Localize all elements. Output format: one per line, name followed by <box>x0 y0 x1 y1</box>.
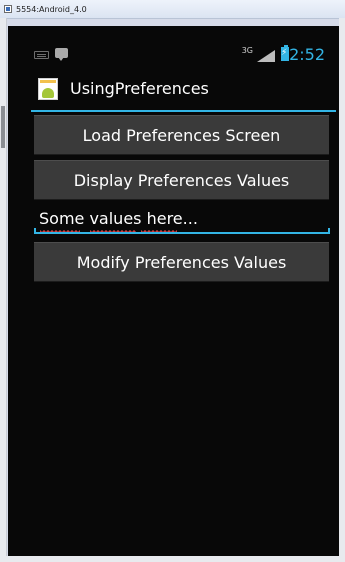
app-launcher-icon[interactable] <box>38 78 58 100</box>
window-right-frame <box>339 18 345 562</box>
signal-icon <box>257 50 275 62</box>
modify-preferences-button[interactable]: Modify Preferences Values <box>34 242 329 282</box>
window-app-icon <box>4 5 12 13</box>
window-titlebar[interactable]: 5554:Android_4.0 <box>0 0 345 19</box>
battery-charging-icon <box>281 45 289 61</box>
load-preferences-button[interactable]: Load Preferences Screen <box>34 115 329 155</box>
action-bar: UsingPreferences <box>8 70 339 108</box>
emulator-window: 5554:Android_4.0 3G 2:52 UsingPreference… <box>0 0 345 562</box>
action-bar-divider <box>31 110 336 112</box>
network-type-label: 3G <box>241 46 253 55</box>
status-time: 2:52 <box>289 45 325 64</box>
window-bottom-frame <box>0 556 345 562</box>
message-icon <box>55 48 68 61</box>
display-preferences-button[interactable]: Display Preferences Values <box>34 160 329 200</box>
status-bar: 3G 2:52 <box>8 44 339 66</box>
text-field-value: Some values here... <box>39 209 198 228</box>
device-screen: 3G 2:52 UsingPreferences Load Preference… <box>8 26 339 556</box>
text-field-underline-left-tick <box>34 228 36 234</box>
resize-grip[interactable] <box>1 106 5 148</box>
values-text-field[interactable]: Some values here... <box>34 206 330 236</box>
text-field-underline <box>34 232 330 234</box>
window-title: 5554:Android_4.0 <box>16 4 87 14</box>
app-title: UsingPreferences <box>70 79 209 98</box>
window-left-frame <box>0 18 7 562</box>
text-field-underline-right-tick <box>328 228 330 234</box>
keyboard-icon <box>34 51 49 59</box>
